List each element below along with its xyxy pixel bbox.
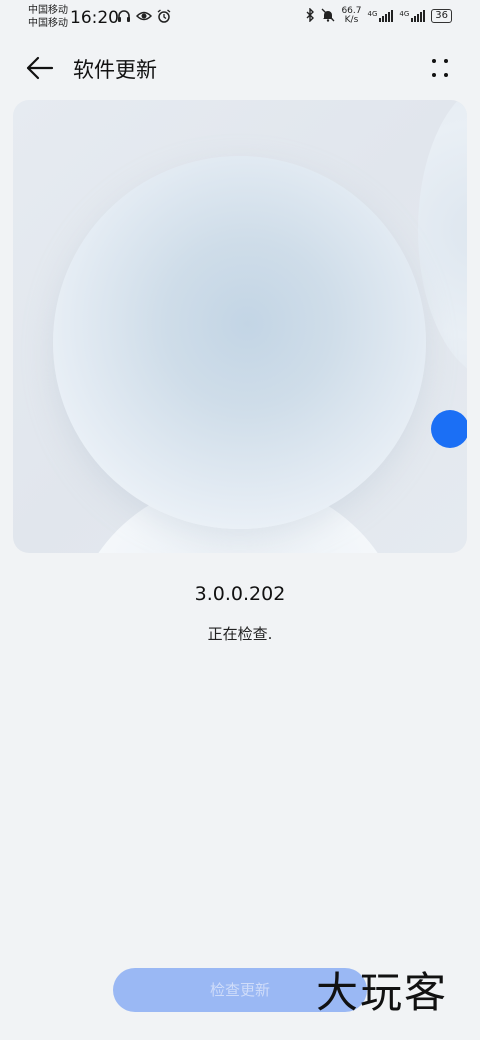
- status-left-icons: [117, 9, 171, 27]
- status-bar: 中国移动 中国移动 16:20 66.7 K/s 4G 4G 36: [0, 0, 480, 36]
- eye-icon: [135, 9, 153, 27]
- more-options-button[interactable]: [428, 56, 452, 80]
- signal-tag-1: 4G: [367, 10, 378, 18]
- main-sphere: [53, 156, 426, 529]
- version-number: 3.0.0.202: [194, 583, 286, 605]
- headphones-icon: [117, 9, 131, 27]
- back-button[interactable]: [24, 54, 56, 82]
- mute-icon: [321, 8, 335, 25]
- signal-icon-2: 4G: [399, 10, 426, 22]
- update-illustration: [13, 100, 467, 553]
- network-speed: 66.7 K/s: [341, 7, 361, 25]
- status-time: 16:20: [70, 8, 119, 28]
- carrier-2: 中国移动: [28, 18, 68, 29]
- carrier-labels: 中国移动 中国移动: [28, 4, 68, 30]
- more-dots-icon: [432, 59, 448, 77]
- battery-icon: 36: [431, 9, 452, 23]
- watermark-logo: 大玩客: [316, 968, 449, 1017]
- back-arrow-icon: [26, 56, 54, 80]
- carrier-1: 中国移动: [28, 5, 68, 16]
- signal-tag-2: 4G: [399, 10, 410, 18]
- alarm-icon: [157, 9, 171, 27]
- signal-icon-1: 4G: [367, 10, 394, 22]
- app-bar: 软件更新: [0, 44, 480, 92]
- bluetooth-icon: [305, 6, 315, 25]
- checking-status: 正在检查.: [207, 625, 273, 643]
- progress-dot: [431, 410, 467, 448]
- network-speed-unit: K/s: [344, 15, 359, 25]
- page-title: 软件更新: [73, 58, 157, 82]
- status-right-icons: 66.7 K/s 4G 4G 36: [305, 7, 452, 25]
